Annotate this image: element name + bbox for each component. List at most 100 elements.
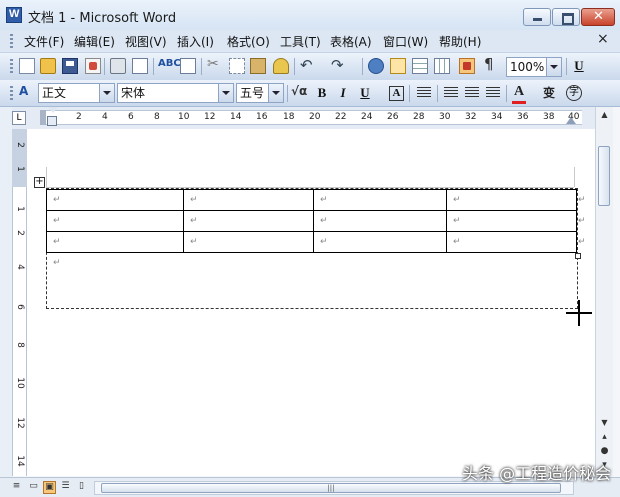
- phonetic-guide-icon[interactable]: 变: [543, 84, 559, 100]
- table-cell[interactable]: ↵: [183, 210, 314, 232]
- save-icon[interactable]: [62, 58, 78, 74]
- bullets-icon[interactable]: [465, 87, 479, 99]
- table-cell[interactable]: ↵: [46, 189, 184, 211]
- format-painter-icon[interactable]: [273, 58, 289, 74]
- justify-icon[interactable]: [417, 87, 431, 99]
- copy-icon[interactable]: [229, 58, 245, 74]
- zoom-dropdown-icon[interactable]: [546, 58, 561, 76]
- document-table[interactable]: ↵ ↵ ↵ ↵ ↵ ↵ ↵ ↵ ↵ ↵ ↵ ↵: [46, 189, 577, 253]
- underline-button[interactable]: U: [356, 84, 374, 102]
- menu-window[interactable]: 窗口(W): [383, 33, 428, 50]
- scroll-up-icon[interactable]: ▲: [597, 107, 612, 122]
- new-document-icon[interactable]: [19, 58, 35, 74]
- print-layout-view-icon[interactable]: ▣: [43, 481, 56, 494]
- table-cell[interactable]: ↵: [46, 231, 184, 253]
- menu-tools[interactable]: 工具(T): [280, 33, 321, 50]
- normal-view-icon[interactable]: ≡: [10, 481, 23, 494]
- menu-format[interactable]: 格式(O): [227, 33, 270, 50]
- vruler-number: 14: [15, 455, 25, 467]
- table-resize-handle[interactable]: [575, 253, 581, 259]
- tables-borders-icon[interactable]: [390, 58, 406, 74]
- print-icon[interactable]: [110, 58, 126, 74]
- menu-edit[interactable]: 编辑(E): [74, 33, 115, 50]
- vruler-number: 10: [15, 377, 25, 389]
- enclose-characters-icon[interactable]: 字: [566, 85, 582, 101]
- watermark-text: 头条 @工程造价秘会: [462, 464, 612, 483]
- show-hide-icon[interactable]: ¶: [484, 55, 500, 73]
- menu-view[interactable]: 视图(V): [125, 33, 167, 50]
- previous-page-icon[interactable]: ▴: [598, 431, 611, 444]
- table-cell[interactable]: ↵: [183, 231, 314, 253]
- drawing-icon[interactable]: [459, 58, 475, 74]
- open-folder-icon[interactable]: [40, 58, 56, 74]
- right-indent-marker[interactable]: [566, 117, 576, 124]
- table-cell[interactable]: ↵: [313, 210, 447, 232]
- font-color-icon[interactable]: A: [514, 84, 524, 100]
- bold-button[interactable]: B: [313, 84, 331, 102]
- menu-table[interactable]: 表格(A): [330, 33, 372, 50]
- vruler-number: 6: [15, 304, 25, 310]
- redo-icon[interactable]: ↷: [331, 56, 347, 74]
- style-select[interactable]: 正文: [38, 83, 115, 103]
- horizontal-ruler[interactable]: 2 4 6 8 10 12 14 16 18 20 22 24 26 28 30…: [46, 110, 582, 125]
- table-cell[interactable]: ↵: [446, 189, 577, 211]
- toolbar-grip-handle[interactable]: [10, 59, 13, 73]
- table-cell[interactable]: ↵: [183, 189, 314, 211]
- word-app-icon[interactable]: [6, 7, 22, 23]
- toolbar-separator: [287, 85, 288, 102]
- menu-grip-handle[interactable]: [10, 34, 13, 48]
- equation-icon[interactable]: √α: [291, 84, 307, 100]
- hyperlink-icon[interactable]: [368, 58, 384, 74]
- left-indent-marker[interactable]: [47, 116, 57, 126]
- underline-quick-button[interactable]: U: [570, 57, 588, 75]
- cut-icon[interactable]: ✂: [207, 56, 223, 72]
- paste-icon[interactable]: [250, 58, 266, 74]
- undo-icon[interactable]: ↶: [300, 56, 316, 74]
- permission-icon[interactable]: [85, 58, 101, 74]
- tab-selector-icon[interactable]: L: [12, 111, 26, 125]
- research-icon[interactable]: [180, 58, 196, 74]
- table-cell[interactable]: ↵: [446, 231, 577, 253]
- close-window-button[interactable]: [581, 8, 615, 26]
- menu-insert[interactable]: 插入(I): [177, 33, 214, 50]
- insert-table-icon[interactable]: [412, 58, 428, 74]
- vertical-scrollbar[interactable]: ▲ ▼ ▴ ● ▾: [595, 107, 613, 477]
- menu-help[interactable]: 帮助(H): [439, 33, 481, 50]
- style-dropdown-icon[interactable]: [99, 84, 114, 102]
- print-preview-icon[interactable]: [132, 58, 148, 74]
- indent-icon[interactable]: [486, 87, 500, 99]
- columns-icon[interactable]: [434, 58, 450, 74]
- table-cell[interactable]: ↵: [446, 210, 577, 232]
- font-select[interactable]: 宋体: [117, 83, 234, 103]
- table-cell[interactable]: ↵: [46, 210, 184, 232]
- font-size-dropdown-icon[interactable]: [268, 84, 283, 102]
- outline-view-icon[interactable]: ☰: [59, 481, 72, 494]
- reading-layout-view-icon[interactable]: ▯: [75, 481, 88, 494]
- first-line-indent-marker[interactable]: [48, 107, 58, 113]
- web-layout-view-icon[interactable]: ▭: [27, 481, 40, 494]
- styles-pane-icon[interactable]: A: [19, 84, 35, 100]
- vertical-scroll-thumb[interactable]: [598, 146, 610, 206]
- font-color-swatch: [512, 101, 526, 104]
- font-size-select[interactable]: 五号: [236, 83, 284, 103]
- close-document-icon[interactable]: ×: [597, 31, 609, 47]
- italic-button[interactable]: I: [334, 84, 352, 102]
- spelling-icon[interactable]: ABC: [158, 58, 181, 74]
- zoom-select[interactable]: 100%: [506, 57, 562, 77]
- numbering-icon[interactable]: [444, 87, 458, 99]
- menu-file[interactable]: 文件(F): [24, 33, 64, 50]
- horizontal-scroll-thumb[interactable]: |||: [101, 483, 561, 493]
- toolbar-separator: [201, 58, 202, 75]
- maximize-button[interactable]: [552, 8, 580, 26]
- vruler-number: 8: [15, 342, 25, 348]
- select-browse-object-icon[interactable]: ●: [598, 445, 611, 458]
- table-cell[interactable]: ↵: [313, 231, 447, 253]
- font-dropdown-icon[interactable]: [218, 84, 233, 102]
- table-move-handle-icon[interactable]: +: [34, 177, 45, 188]
- scroll-down-icon[interactable]: ▼: [597, 415, 612, 430]
- ruler-number: 32: [465, 112, 477, 122]
- table-cell[interactable]: ↵: [313, 189, 447, 211]
- character-border-button[interactable]: A: [389, 86, 404, 101]
- minimize-button[interactable]: [523, 8, 551, 26]
- toolbar-grip-handle[interactable]: [10, 86, 13, 100]
